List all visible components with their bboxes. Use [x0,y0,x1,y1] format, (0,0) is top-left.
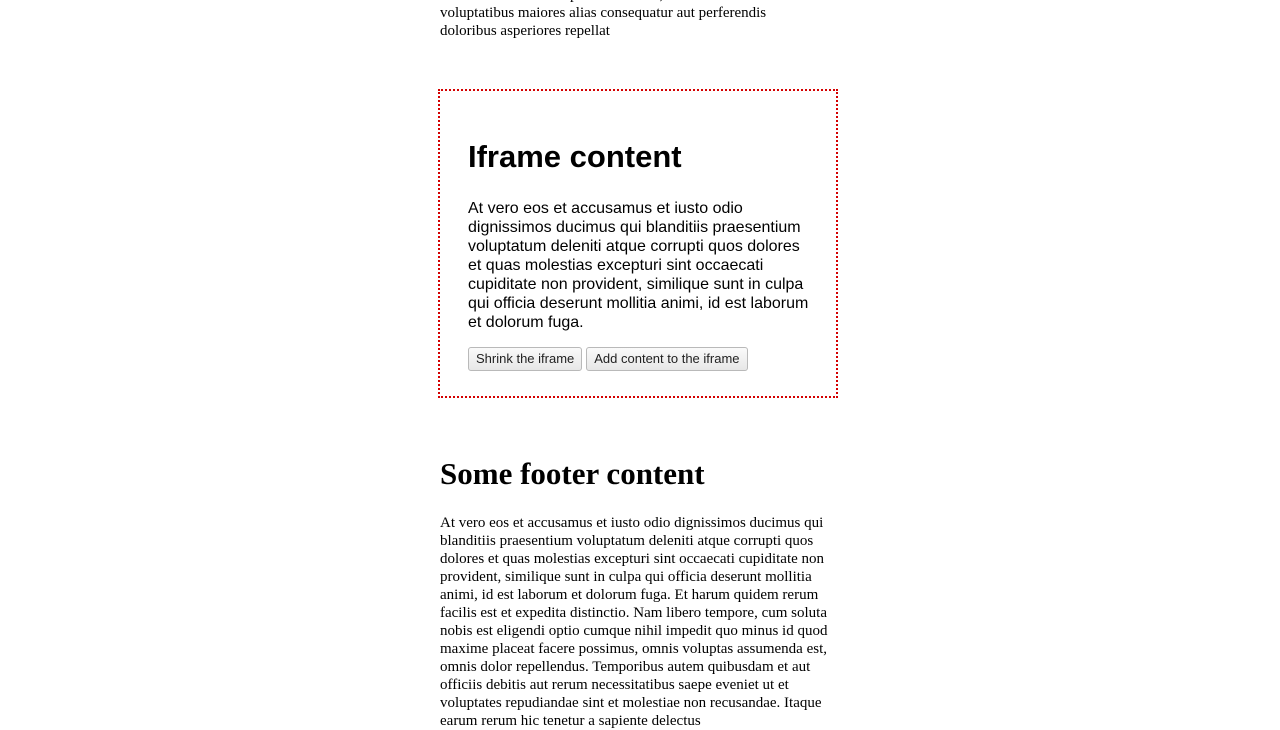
footer-title: Some footer content [440,456,705,491]
top-paragraph: rerum hic tenetur a sapiente delectus, u… [440,0,767,39]
shrink-iframe-button[interactable]: Shrink the iframe [468,347,583,371]
add-content-button[interactable]: Add content to the iframe [586,347,748,371]
iframe-title: Iframe content [468,139,682,174]
page-content: rerum hic tenetur a sapiente delectus, u… [438,0,840,729]
iframe-button-row: Shrink the iframe Add content to the ifr… [468,347,748,371]
footer-paragraph: At vero eos et accusamus et iusto odio d… [440,515,828,729]
iframe-paragraph: At vero eos et accusamus et iusto odio d… [468,200,809,331]
iframe-container: Iframe content At vero eos et accusamus … [438,89,838,398]
